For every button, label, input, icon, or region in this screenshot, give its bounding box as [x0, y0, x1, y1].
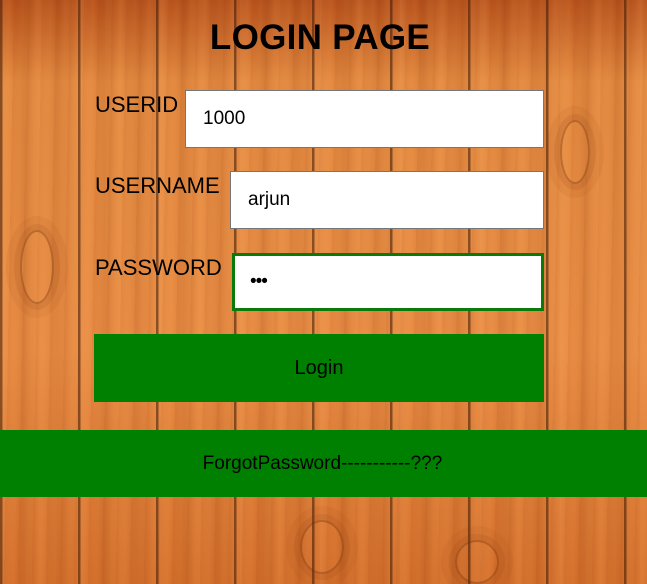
wood-knot-decoration: [20, 230, 54, 304]
password-input[interactable]: [232, 253, 544, 311]
forgot-password-bar: ForgotPassword-----------???: [0, 430, 647, 497]
forgot-password-link[interactable]: ForgotPassword-----------???: [203, 453, 443, 475]
password-label: PASSWORD: [95, 255, 222, 280]
userid-label: USERID: [95, 92, 179, 117]
userid-input[interactable]: [185, 90, 544, 148]
username-label: USERNAME: [95, 173, 220, 198]
username-input[interactable]: [230, 171, 544, 229]
wood-knot-decoration: [300, 520, 344, 574]
wood-knot-decoration: [560, 120, 590, 184]
wood-knot-decoration: [455, 540, 499, 584]
page-title: LOGIN PAGE: [209, 18, 431, 57]
login-button[interactable]: Login: [94, 334, 544, 402]
